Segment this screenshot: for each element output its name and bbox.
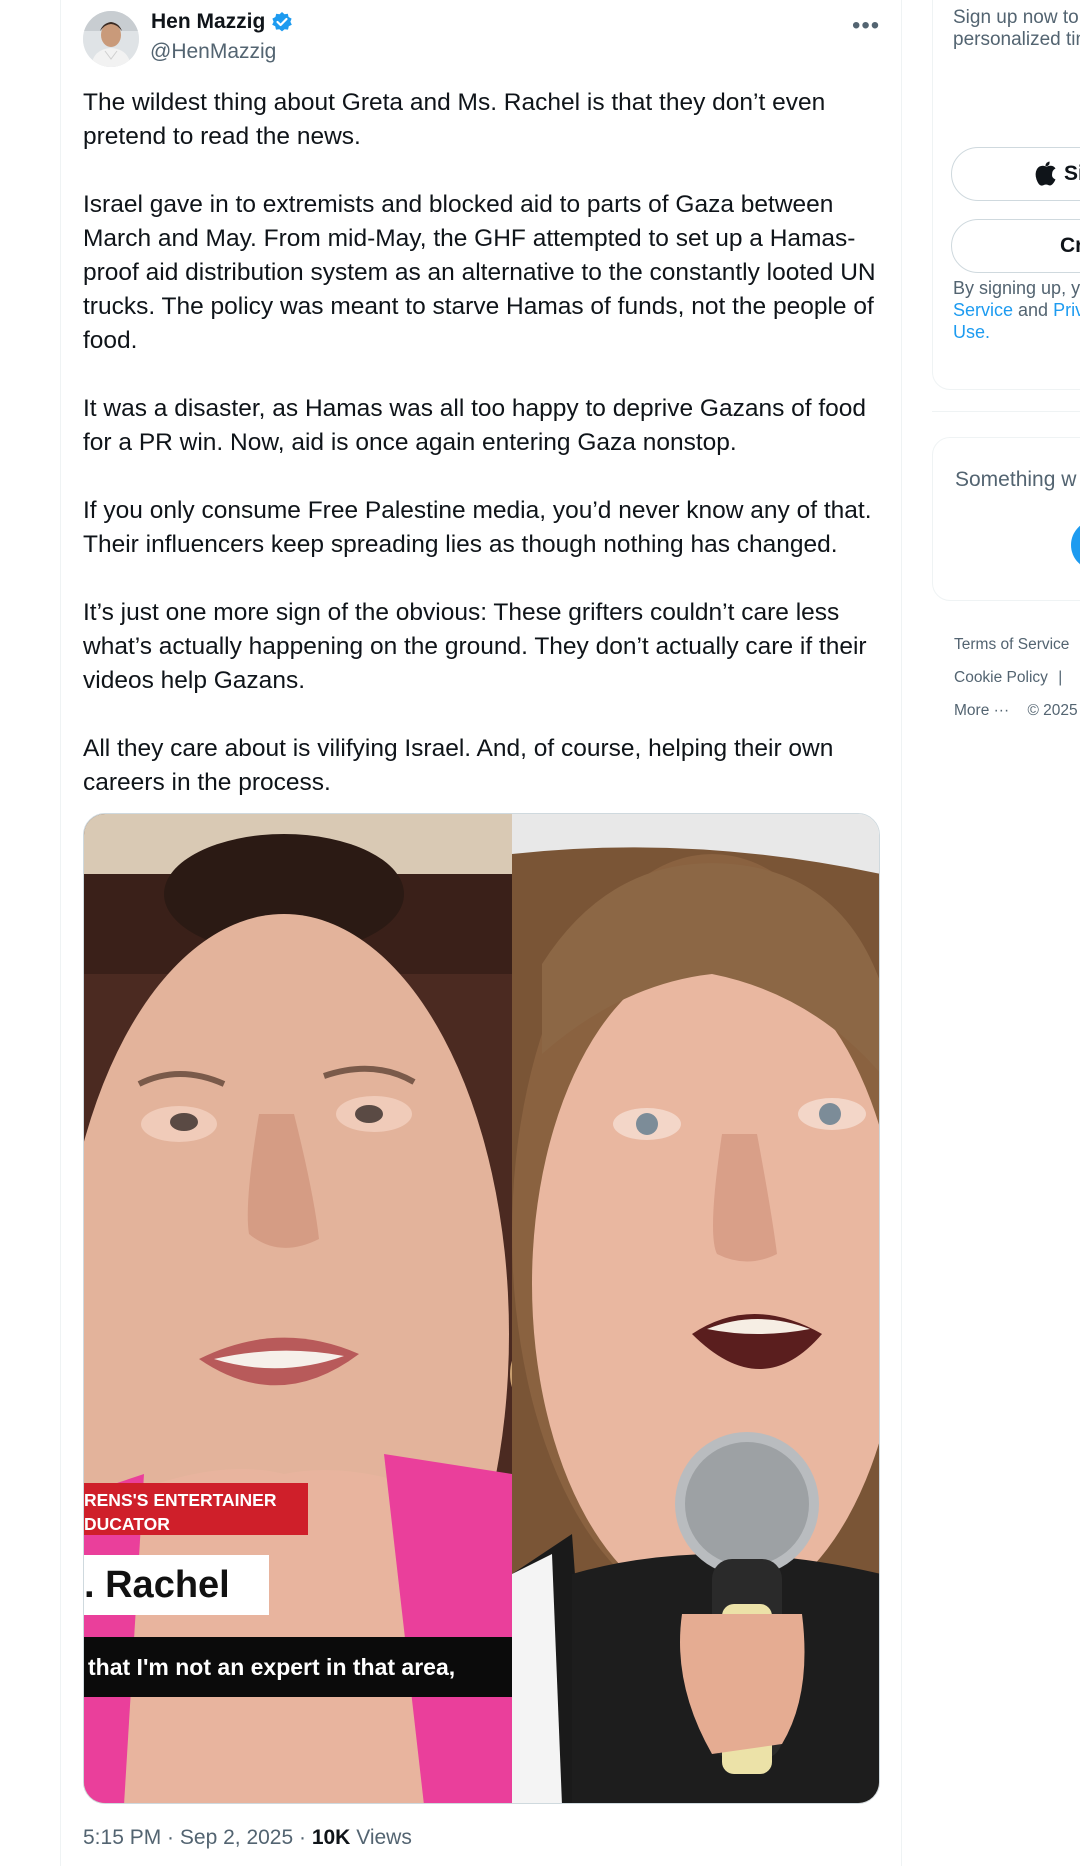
footer-copyright: © 2025: [1027, 702, 1078, 719]
create-account-button[interactable]: Cr: [951, 219, 1080, 273]
tweet-date[interactable]: Sep 2, 2025: [180, 1826, 293, 1849]
tweet-paragraph-2: Israel gave in to extremists and blocked…: [83, 191, 883, 354]
caption-title-line1: RENS'S ENTERTAINER: [84, 1490, 277, 1510]
author-avatar[interactable]: [83, 11, 139, 67]
caption-title-line2: DUCATOR: [84, 1514, 170, 1534]
tweet-paragraph-6: All they care about is vilifying Israel.…: [83, 735, 841, 796]
retry-button[interactable]: [1071, 520, 1080, 570]
author-handle[interactable]: @HenMazzig: [150, 40, 276, 64]
error-card: Something w: [932, 437, 1080, 601]
footer-more-link[interactable]: More: [954, 702, 989, 719]
tweet-text: The wildest thing about Greta and Ms. Ra…: [83, 86, 883, 800]
caption-title-bar: RENS'S ENTERTAINER DUCATOR: [84, 1483, 308, 1535]
error-title: Something w: [955, 468, 1077, 491]
media-photo-left[interactable]: RENS'S ENTERTAINER DUCATOR . Rachel that…: [84, 814, 548, 1803]
tweet-time[interactable]: 5:15 PM: [83, 1826, 161, 1849]
terms-prefix: By signing up, y: [953, 278, 1080, 298]
cookie-use-link[interactable]: Use.: [953, 322, 990, 342]
footer-links: Terms of Service Cookie Policy | More ··…: [954, 628, 1078, 727]
more-options-button[interactable]: •••: [852, 12, 880, 40]
signup-terms: By signing up, y Service and Priv Use.: [953, 277, 1080, 343]
signup-text: Sign up now to get your own personalized…: [953, 7, 1080, 50]
terms-of-service-link[interactable]: Service: [953, 300, 1013, 320]
footer-terms-link[interactable]: Terms of Service: [954, 636, 1069, 653]
views-count: 10K: [311, 1826, 351, 1849]
tweet-paragraph-4: If you only consume Free Palestine media…: [83, 497, 878, 558]
tweet-media[interactable]: RENS'S ENTERTAINER DUCATOR . Rachel that…: [83, 813, 880, 1804]
caption-name: . Rachel: [84, 1555, 269, 1615]
caption-subtitle: that I'm not an expert in that area,: [84, 1637, 512, 1697]
avatar-image: [83, 11, 139, 67]
tweet-paragraph-3: It was a disaster, as Hamas was all too …: [83, 395, 873, 456]
tweet-paragraph-1: The wildest thing about Greta and Ms. Ra…: [83, 89, 833, 150]
apple-icon: [1035, 161, 1056, 186]
sidebar-divider: [932, 411, 1080, 412]
ellipsis-small-icon: ···: [993, 702, 1010, 719]
ellipsis-icon: •••: [852, 12, 881, 39]
portrait-right-image: [512, 814, 879, 1803]
footer-cookie-link[interactable]: Cookie Policy: [954, 669, 1048, 686]
right-sidebar: Sign up now to get your own personalized…: [930, 0, 1080, 1866]
privacy-policy-link[interactable]: Priv: [1053, 300, 1080, 320]
apple-button-label: Si: [1064, 162, 1080, 185]
sign-in-apple-button[interactable]: Si: [951, 147, 1080, 201]
author-name-text[interactable]: Hen Mazzig: [151, 10, 265, 34]
verified-badge-icon: [272, 12, 293, 32]
tweet-timestamp[interactable]: 5:15 PM · Sep 2, 2025 · 10K Views: [83, 1826, 412, 1850]
terms-and: and: [1013, 300, 1054, 320]
signup-card: Sign up now to get your own personalized…: [932, 0, 1080, 390]
media-photo-right[interactable]: [512, 814, 879, 1803]
views-label: Views: [356, 1826, 412, 1849]
author-name[interactable]: Hen Mazzig: [151, 10, 293, 34]
footer-separator: |: [1058, 669, 1063, 686]
tweet-paragraph-5: It’s just one more sign of the obvious: …: [83, 599, 874, 694]
create-button-label: Cr: [1060, 234, 1080, 257]
